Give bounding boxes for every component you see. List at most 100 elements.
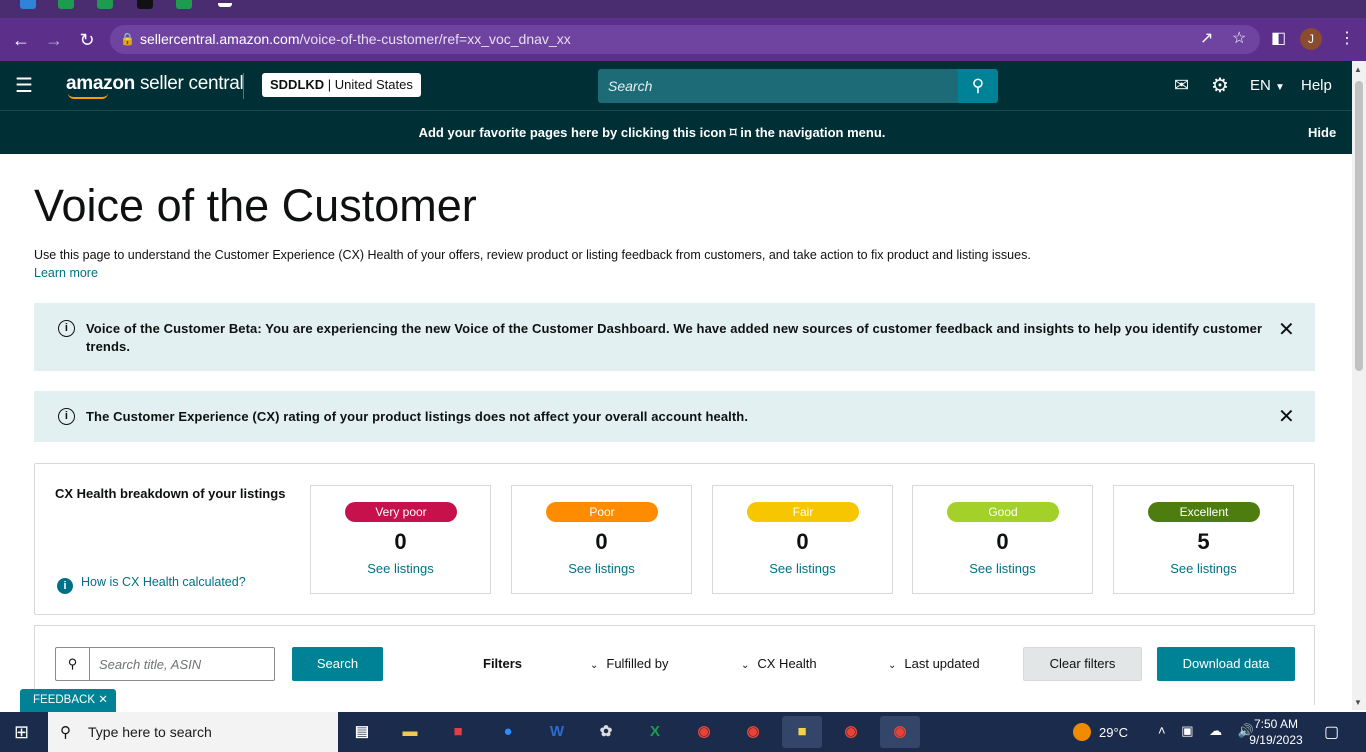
- cx-health-dropdown[interactable]: ⌄ CX Health: [741, 656, 817, 671]
- file-explorer-icon[interactable]: ▬: [390, 716, 430, 748]
- new-tab-icon[interactable]: [218, 3, 232, 7]
- cx-health-title: CX Health breakdown of your listings: [55, 486, 286, 501]
- scrollbar-thumb[interactable]: [1355, 81, 1363, 371]
- caret-down-icon: ▼: [1275, 82, 1285, 93]
- cx-card-fair: Fair 0 See listings: [712, 485, 893, 594]
- last-updated-dropdown[interactable]: ⌄ Last updated: [888, 656, 980, 671]
- page-scrollbar[interactable]: ▲ ▼: [1352, 61, 1366, 710]
- forward-arrow-icon[interactable]: →: [41, 27, 67, 53]
- cx-card-excellent: Excellent 5 See listings: [1113, 485, 1294, 594]
- info-icon: i: [58, 320, 75, 337]
- excel-icon[interactable]: X: [635, 716, 675, 748]
- taskbar-search-placeholder: Type here to search: [88, 724, 212, 740]
- browser-tab-strip: [0, 0, 1366, 18]
- logo-product: seller central: [139, 73, 244, 94]
- cx-health-how-label: How is CX Health calculated?: [81, 575, 246, 589]
- see-listings-link[interactable]: See listings: [713, 561, 892, 576]
- cx-badge: Excellent: [1148, 502, 1260, 522]
- chrome-icon[interactable]: ◉: [880, 716, 920, 748]
- header-divider: [243, 73, 244, 99]
- share-icon[interactable]: ↗: [1200, 28, 1213, 48]
- see-listings-link[interactable]: See listings: [913, 561, 1092, 576]
- see-listings-link[interactable]: See listings: [311, 561, 490, 576]
- cx-badge: Good: [947, 502, 1059, 522]
- paint-icon[interactable]: ✿: [586, 716, 626, 748]
- fulfilled-by-dropdown[interactable]: ⌄ Fulfilled by: [590, 656, 669, 671]
- logo-brand: amazon: [66, 73, 135, 94]
- zoom-icon[interactable]: ●: [488, 716, 528, 748]
- weather-widget[interactable]: 29°C: [1073, 723, 1128, 741]
- taskbar-search[interactable]: ⚲ Type here to search: [48, 712, 338, 752]
- close-icon[interactable]: ✕: [1278, 404, 1295, 429]
- notification-icon[interactable]: ▢: [1324, 722, 1339, 742]
- cx-health-panel: CX Health breakdown of your listings i Ho…: [34, 463, 1315, 615]
- search-button[interactable]: Search: [292, 647, 383, 681]
- sticky-notes-icon[interactable]: ■: [782, 716, 822, 748]
- listing-search-input[interactable]: [91, 648, 273, 680]
- seller-central-header: ☰ amazon seller central SDDLKD | United …: [0, 61, 1352, 110]
- search-icon: ⚲: [56, 648, 90, 680]
- close-icon[interactable]: ✕: [1278, 317, 1295, 342]
- url-field[interactable]: 🔒 sellercentral.amazon.com/voice-of-the-c…: [110, 25, 1260, 54]
- task-view-icon[interactable]: ▤: [342, 716, 382, 748]
- chrome-icon[interactable]: ◉: [831, 716, 871, 748]
- hamburger-menu-icon[interactable]: ☰: [12, 74, 36, 97]
- back-arrow-icon[interactable]: ←: [8, 27, 34, 53]
- app-icon[interactable]: ■: [438, 716, 478, 748]
- sun-icon: [1073, 723, 1091, 741]
- windows-taskbar: ⊞ ⚲ Type here to search ▤ ▬ ■ ● W ✿ X ◉ …: [0, 712, 1366, 752]
- telegram-tab-icon[interactable]: [20, 0, 36, 9]
- system-tray[interactable]: ˄ ▣ ☁ 🔊: [1158, 723, 1260, 739]
- amazon-seller-central-logo[interactable]: amazon seller central: [66, 73, 244, 99]
- chevron-down-icon: ⌄: [590, 660, 599, 671]
- help-link[interactable]: Help: [1301, 77, 1332, 94]
- bookmark-star-icon[interactable]: ☆: [1232, 28, 1246, 48]
- dropdown-label: CX Health: [757, 656, 817, 671]
- feedback-tab[interactable]: FEEDBACK ✕: [20, 689, 116, 712]
- clear-filters-button[interactable]: Clear filters: [1023, 647, 1142, 681]
- reload-icon[interactable]: ↻: [74, 27, 100, 53]
- language-selector[interactable]: EN ▼: [1250, 77, 1285, 94]
- browser-menu-icon[interactable]: ⋮: [1339, 28, 1355, 48]
- alert-text: The Customer Experience (CX) rating of y…: [86, 409, 749, 424]
- chrome-icon[interactable]: ◉: [684, 716, 724, 748]
- sidepanel-icon[interactable]: ◧: [1271, 28, 1286, 48]
- scroll-down-icon[interactable]: ▼: [1354, 698, 1362, 707]
- cx-badge: Fair: [747, 502, 859, 522]
- chrome-icon[interactable]: ◉: [733, 716, 773, 748]
- scroll-up-icon[interactable]: ▲: [1354, 65, 1362, 74]
- cx-rating-info-alert: i The Customer Experience (CX) rating of…: [34, 391, 1315, 442]
- filter-panel: ⚲ Search Filters ⌄ Fulfilled by ⌄ CX Healt…: [34, 625, 1315, 705]
- amazon-tab-icon[interactable]: [137, 0, 153, 9]
- lock-icon: 🔒: [120, 32, 135, 46]
- temperature: 29°C: [1099, 725, 1129, 740]
- favorites-message: Add your favorite pages here by clicking…: [418, 125, 886, 140]
- sheets-tab-icon[interactable]: [58, 0, 74, 9]
- search-icon[interactable]: ⚲: [958, 69, 998, 103]
- download-data-button[interactable]: Download data: [1157, 647, 1295, 681]
- close-icon[interactable]: ✕: [98, 694, 108, 706]
- chevron-down-icon: ⌄: [741, 660, 750, 671]
- cx-badge: Poor: [546, 502, 658, 522]
- gear-icon[interactable]: ⚙: [1211, 73, 1229, 98]
- profile-avatar[interactable]: J: [1300, 28, 1322, 50]
- cx-health-how-link[interactable]: i How is CX Health calculated?: [57, 575, 246, 594]
- word-icon[interactable]: W: [537, 716, 577, 748]
- learn-more-link[interactable]: Learn more: [34, 266, 98, 280]
- page-description: Use this page to understand the Customer…: [34, 248, 1031, 262]
- hide-favorites-button[interactable]: Hide: [1308, 125, 1336, 140]
- mail-icon[interactable]: ✉: [1174, 75, 1189, 96]
- windows-start-icon[interactable]: ⊞: [14, 722, 29, 743]
- favorites-bar: Add your favorite pages here by clicking…: [0, 110, 1352, 154]
- amazon-smile-icon: [68, 93, 108, 99]
- feedback-label: FEEDBACK: [33, 694, 95, 706]
- header-search-input[interactable]: [598, 69, 958, 103]
- store-region: United States: [334, 77, 413, 92]
- see-listings-link[interactable]: See listings: [1114, 561, 1293, 576]
- taskbar-clock[interactable]: 7:50 AM 9/19/2023: [1246, 716, 1306, 748]
- see-listings-link[interactable]: See listings: [512, 561, 691, 576]
- sheets-tab-icon[interactable]: [97, 0, 113, 9]
- cx-card-good: Good 0 See listings: [912, 485, 1093, 594]
- store-switcher[interactable]: SDDLKD | United States: [262, 73, 421, 97]
- sheets-tab-icon[interactable]: [176, 0, 192, 9]
